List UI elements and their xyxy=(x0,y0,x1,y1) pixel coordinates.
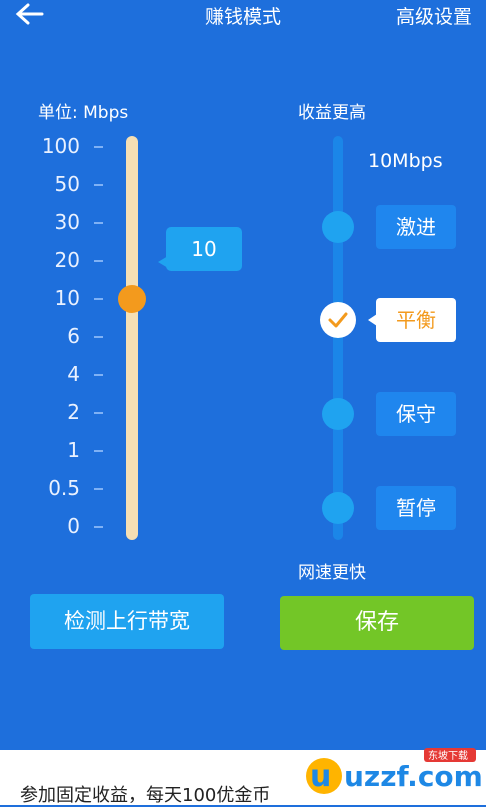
tick-label: 1 xyxy=(67,438,80,462)
check-icon xyxy=(328,312,348,328)
mode-aggressive-button[interactable]: 激进 xyxy=(376,205,456,249)
tick-label: 30 xyxy=(54,210,80,234)
advanced-settings-button[interactable]: 高级设置 xyxy=(396,2,472,29)
detect-bandwidth-button[interactable]: 检测上行带宽 xyxy=(30,594,224,649)
mode-balanced-button[interactable]: 平衡 xyxy=(376,298,456,342)
tick-label: 20 xyxy=(54,248,80,272)
tick-mark xyxy=(94,412,103,414)
logo-text: uzzf.com xyxy=(344,760,483,793)
mode-conservative-button[interactable]: 保守 xyxy=(376,392,456,436)
tick-mark xyxy=(94,526,103,528)
ad-text: 参加固定收益，每天100优金币 xyxy=(20,785,271,806)
tick-label: 6 xyxy=(67,324,80,348)
save-button[interactable]: 保存 xyxy=(280,596,474,650)
tick-mark xyxy=(94,374,103,376)
selected-value-bubble: 10 xyxy=(166,227,242,271)
mode-dot-balanced[interactable] xyxy=(320,302,356,338)
tick-label: 0 xyxy=(67,514,80,538)
bandwidth-slider-knob[interactable] xyxy=(118,285,146,313)
tick-mark xyxy=(94,260,103,262)
uzzf-watermark-logo: u uzzf.com 东坡下载 xyxy=(306,748,483,794)
higher-earnings-label: 收益更高 xyxy=(298,103,366,123)
tick-label: 50 xyxy=(54,172,80,196)
tick-label: 10 xyxy=(54,286,80,310)
svg-text:u: u xyxy=(310,759,331,794)
tick-mark xyxy=(94,146,103,148)
tick-label: 0.5 xyxy=(48,476,80,500)
speed-value: 10Mbps xyxy=(368,150,443,172)
tick-label: 100 xyxy=(41,134,80,158)
tick-mark xyxy=(94,336,103,338)
bandwidth-slider-track[interactable] xyxy=(126,136,138,540)
tick-label: 4 xyxy=(67,362,80,386)
faster-speed-label: 网速更快 xyxy=(298,563,366,583)
mode-dot-aggressive[interactable] xyxy=(322,211,354,243)
tick-mark xyxy=(94,450,103,452)
mode-dot-conservative[interactable] xyxy=(322,398,354,430)
tick-mark xyxy=(94,184,103,186)
tick-mark xyxy=(94,222,103,224)
mode-pause-button[interactable]: 暂停 xyxy=(376,486,456,530)
tick-mark xyxy=(94,298,103,300)
mode-dot-pause[interactable] xyxy=(322,492,354,524)
tick-mark xyxy=(94,488,103,490)
tick-label: 2 xyxy=(67,400,80,424)
unit-label: 单位: Mbps xyxy=(38,103,129,123)
logo-subtext: 东坡下载 xyxy=(428,749,468,762)
